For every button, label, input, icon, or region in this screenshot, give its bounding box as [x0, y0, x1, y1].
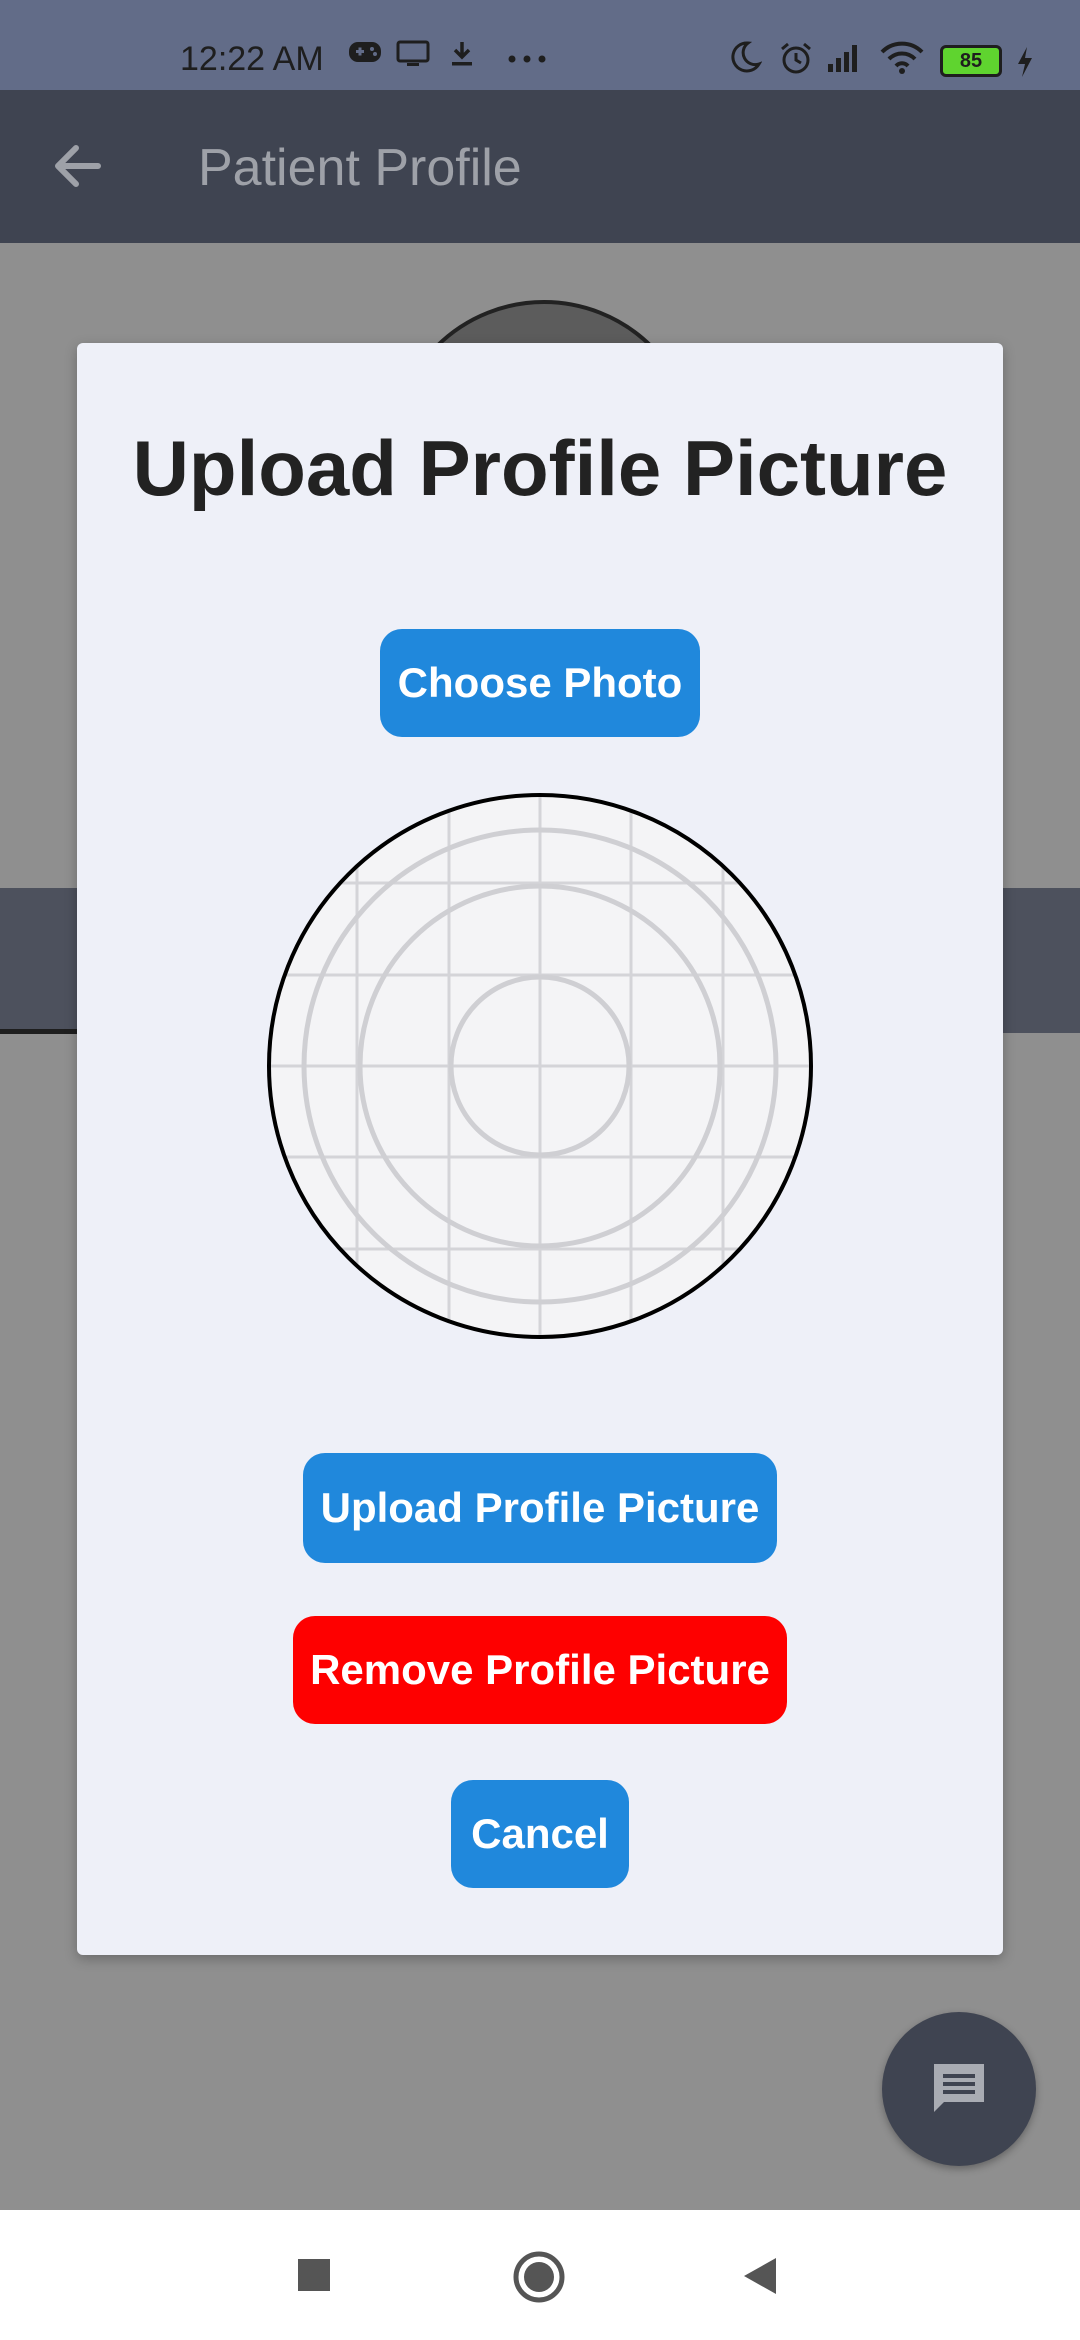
- system-nav-bar: [0, 2210, 1080, 2340]
- chat-icon: [934, 2064, 984, 2112]
- page-title: Patient Profile: [198, 139, 522, 197]
- recents-square-icon[interactable]: [297, 2258, 331, 2292]
- wifi-icon: [880, 41, 924, 74]
- image-crop-preview[interactable]: [267, 793, 813, 1339]
- home-circle-icon[interactable]: [512, 2250, 566, 2304]
- cancel-button[interactable]: Cancel: [451, 1780, 629, 1888]
- download-icon: [452, 42, 472, 66]
- arrow-back-icon[interactable]: [50, 138, 106, 194]
- status-time: 12:22 AM: [180, 40, 324, 78]
- dialog-title: Upload Profile Picture: [132, 424, 948, 512]
- alarm-icon: [781, 42, 811, 74]
- back-triangle-icon[interactable]: [742, 2256, 778, 2296]
- upload-picture-dialog: Upload Profile Picture Choose Photo Uplo…: [77, 343, 1003, 1955]
- chat-fab[interactable]: [882, 2012, 1036, 2166]
- cast-icon: [396, 40, 430, 66]
- more-icon: [508, 55, 546, 63]
- status-bar: 12:22 AM 85: [0, 0, 1080, 90]
- charging-icon: [1018, 47, 1032, 77]
- upload-profile-picture-button[interactable]: Upload Profile Picture: [303, 1453, 777, 1563]
- gamepad-icon: [349, 42, 381, 62]
- app-bar: Patient Profile: [0, 90, 1080, 243]
- battery-icon: 85: [940, 45, 1002, 77]
- moon-icon: [731, 41, 762, 73]
- choose-photo-button[interactable]: Choose Photo: [380, 629, 700, 737]
- remove-profile-picture-button[interactable]: Remove Profile Picture: [293, 1616, 787, 1724]
- signal-icon: [828, 45, 857, 72]
